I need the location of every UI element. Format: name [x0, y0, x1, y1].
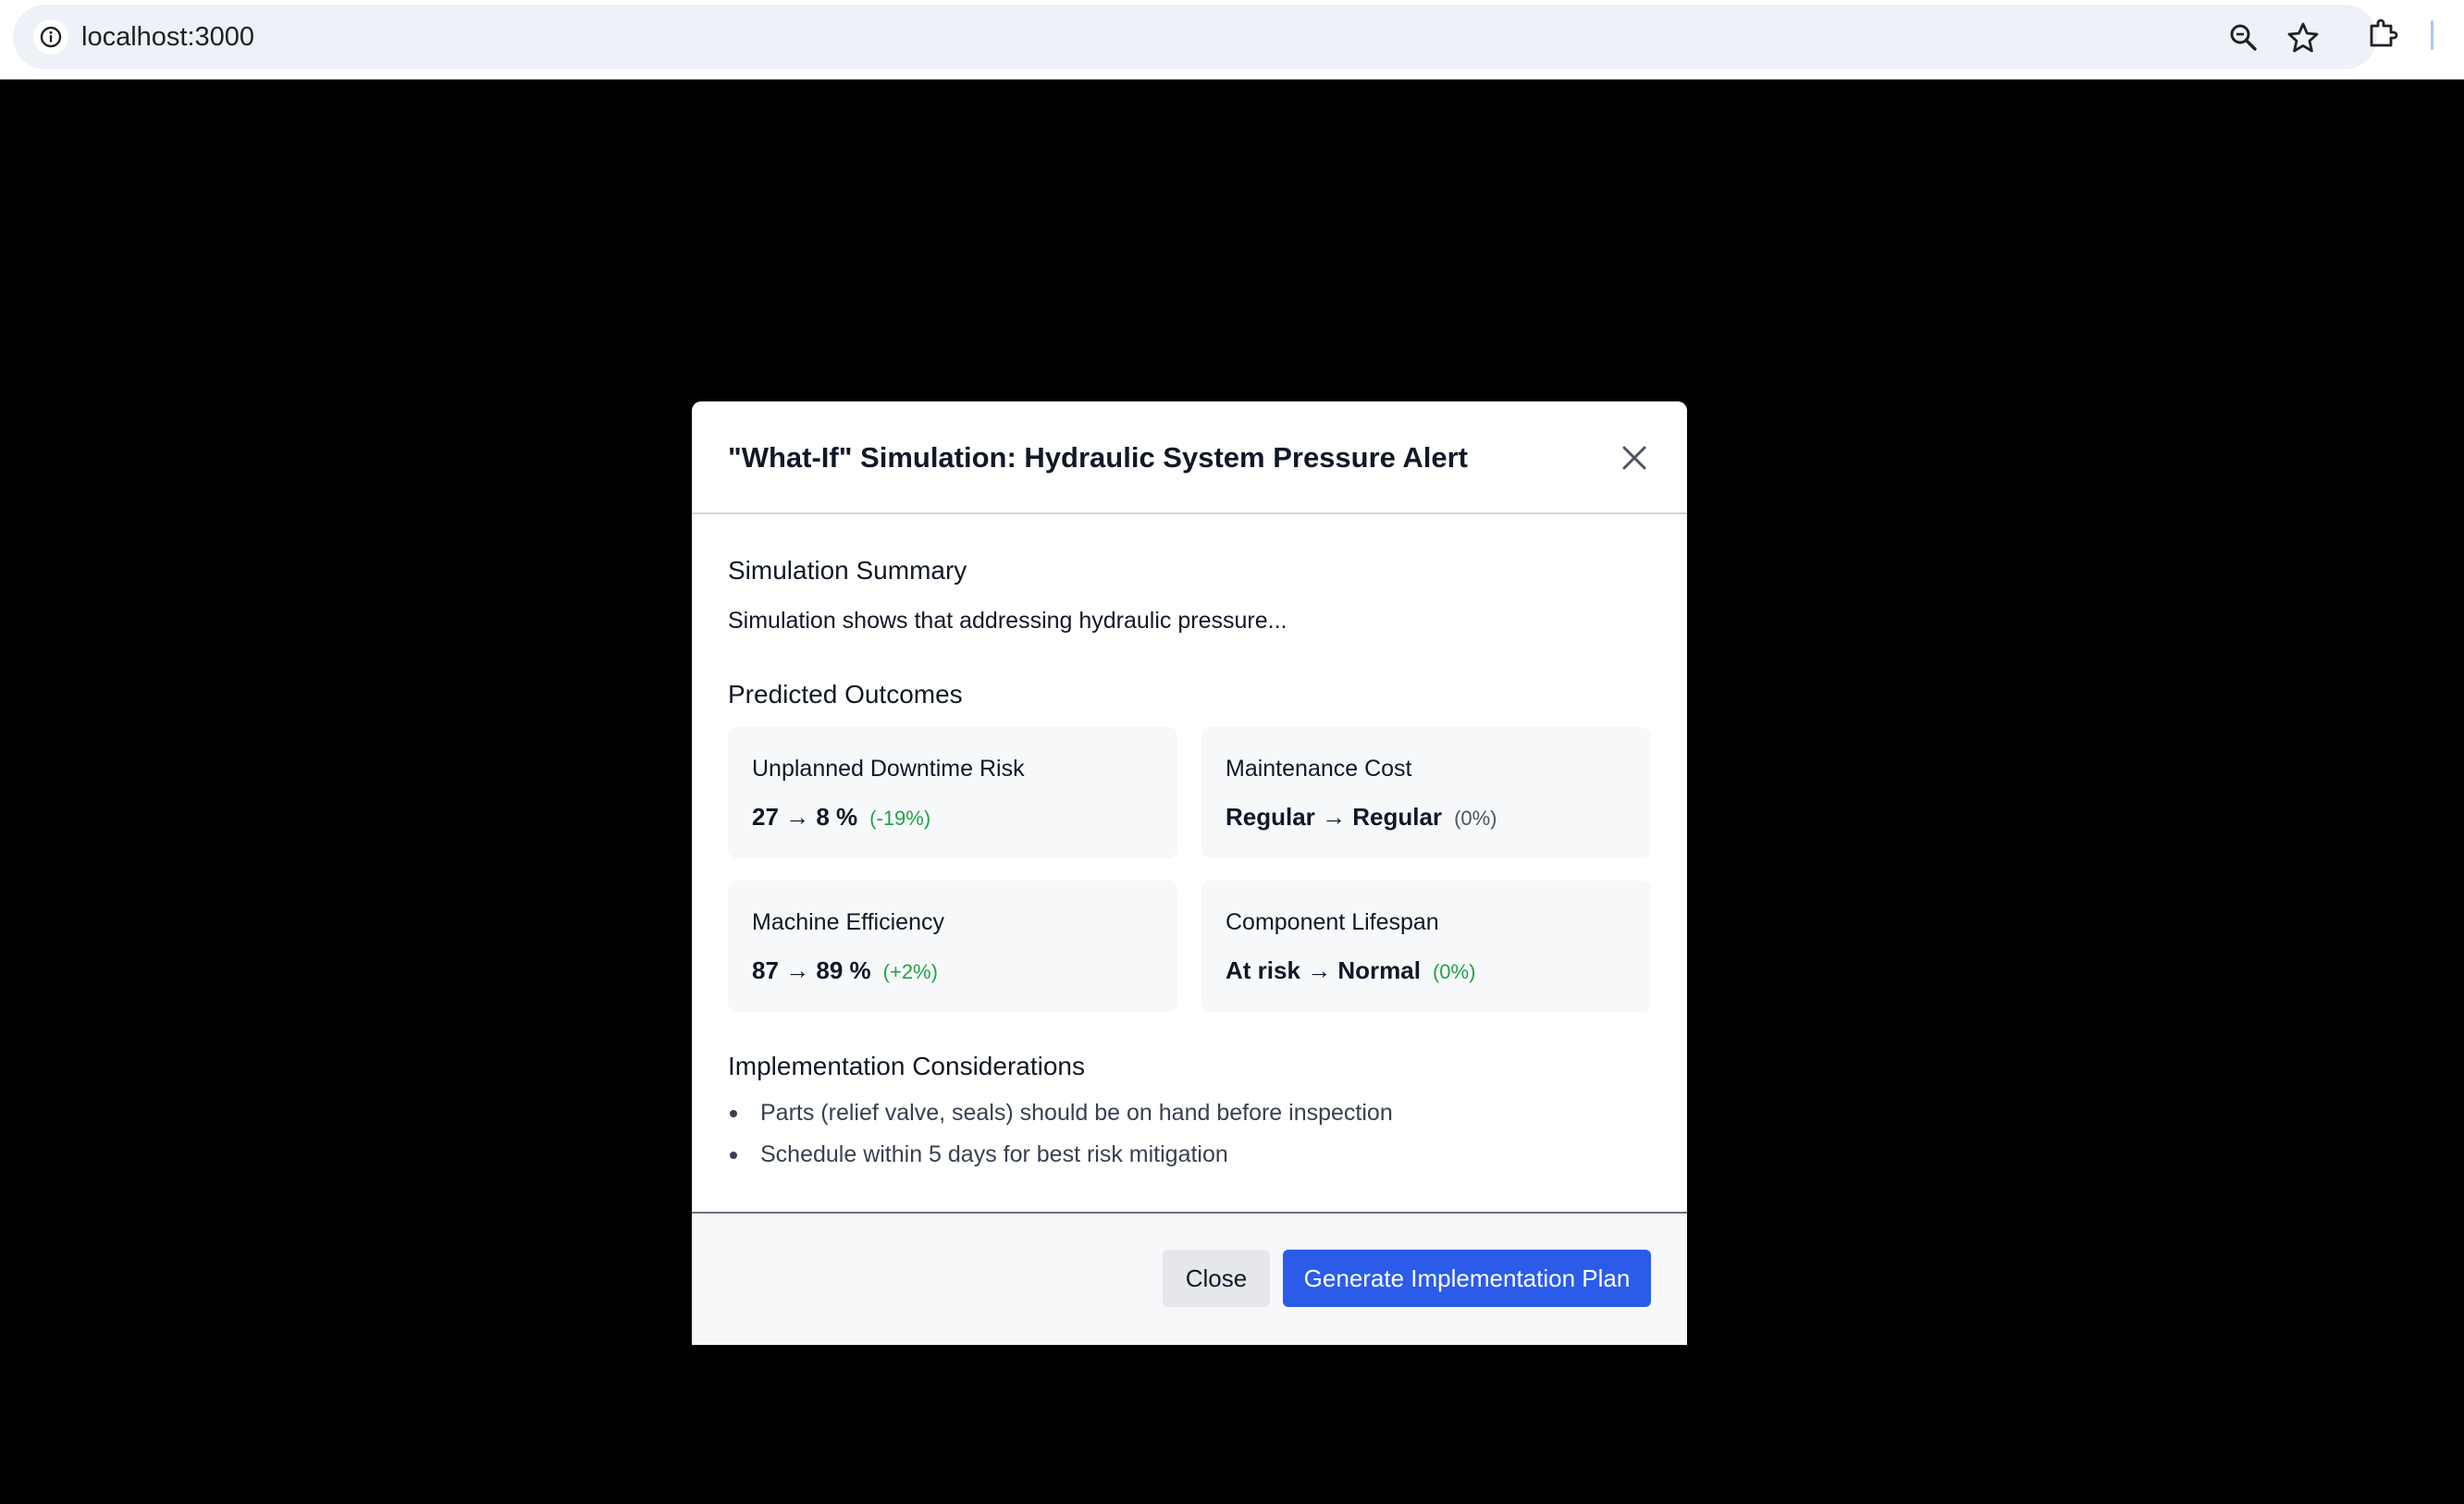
- url-text[interactable]: localhost:3000: [81, 21, 254, 53]
- outcome-label: Machine Efficiency: [752, 909, 944, 935]
- outcome-value: 27 → 8 %: [752, 803, 858, 831]
- address-bar[interactable]: localhost:3000: [13, 5, 2377, 69]
- outcome-card-machine-efficiency: Machine Efficiency 87 → 89 % (+2%): [728, 881, 1177, 1012]
- modal-header: "What-If" Simulation: Hydraulic System P…: [692, 401, 1687, 514]
- summary-heading: Simulation Summary: [728, 556, 967, 585]
- consideration-text: Parts (relief valve, seals) should be on…: [760, 1100, 1393, 1126]
- outcome-card-downtime-risk: Unplanned Downtime Risk 27 → 8 % (-19%): [728, 727, 1177, 858]
- considerations-heading: Implementation Considerations: [728, 1052, 1085, 1080]
- bookmark-star-icon[interactable]: [2285, 19, 2322, 56]
- toolbar-divider: [2431, 20, 2433, 50]
- extensions-icon[interactable]: [2364, 15, 2401, 52]
- simulation-modal: "What-If" Simulation: Hydraulic System P…: [692, 401, 1687, 1345]
- outcomes-heading: Predicted Outcomes: [728, 680, 963, 709]
- outcome-label: Component Lifespan: [1226, 909, 1439, 935]
- outcome-card-component-lifespan: Component Lifespan At risk → Normal (0%): [1201, 881, 1651, 1012]
- outcome-value: At risk → Normal: [1226, 956, 1421, 984]
- bullet-icon: [730, 1152, 737, 1159]
- considerations-list: Parts (relief valve, seals) should be on…: [728, 1099, 1393, 1182]
- browser-toolbar: localhost:3000: [0, 0, 2464, 80]
- outcome-value: 87 → 89 %: [752, 956, 871, 984]
- close-button[interactable]: Close: [1163, 1250, 1270, 1307]
- modal-footer: Close Generate Implementation Plan: [692, 1212, 1687, 1345]
- outcome-label: Unplanned Downtime Risk: [752, 756, 1025, 782]
- zoom-icon[interactable]: [2225, 19, 2262, 56]
- outcome-change: (0%): [1454, 807, 1497, 830]
- outcome-card-maintenance-cost: Maintenance Cost Regular → Regular (0%): [1201, 727, 1651, 858]
- list-item: Schedule within 5 days for best risk mit…: [728, 1140, 1393, 1182]
- list-item: Parts (relief valve, seals) should be on…: [728, 1099, 1393, 1140]
- outcome-label: Maintenance Cost: [1226, 756, 1412, 782]
- outcome-value: Regular → Regular: [1226, 803, 1443, 831]
- close-icon[interactable]: [1617, 440, 1652, 475]
- bullet-icon: [730, 1110, 737, 1117]
- consideration-text: Schedule within 5 days for best risk mit…: [760, 1141, 1228, 1167]
- info-icon[interactable]: [33, 19, 68, 55]
- modal-title: "What-If" Simulation: Hydraulic System P…: [728, 441, 1468, 474]
- outcome-change: (0%): [1432, 960, 1476, 983]
- summary-text: Simulation shows that addressing hydraul…: [728, 608, 1287, 634]
- generate-implementation-plan-button[interactable]: Generate Implementation Plan: [1283, 1250, 1651, 1307]
- outcome-change: (-19%): [869, 807, 931, 830]
- outcome-change: (+2%): [882, 960, 938, 983]
